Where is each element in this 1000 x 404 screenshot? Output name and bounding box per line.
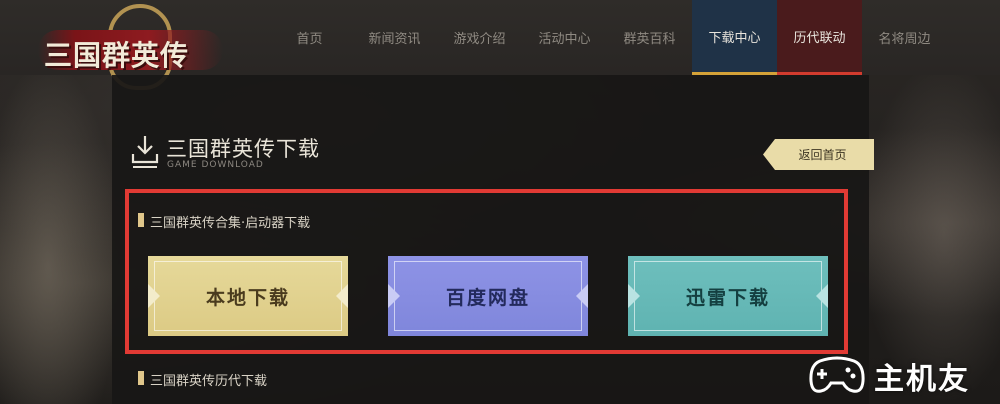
page-title: 三国群英传下载 — [166, 137, 320, 161]
section-marker — [138, 371, 144, 385]
nav-item-download-center[interactable]: 下载中心 — [692, 0, 777, 75]
nav-item-series-collab[interactable]: 历代联动 — [777, 0, 862, 75]
site-header: 三国群英传 首页 新闻资讯 游戏介绍 活动中心 群英百科 下载中心 历代联动 名… — [0, 0, 1000, 90]
watermark-text: 主机友 — [874, 362, 970, 397]
download-icon — [131, 136, 159, 168]
back-home-button[interactable]: 返回首页 — [763, 139, 874, 170]
highlight-annotation — [125, 189, 848, 354]
section-title-history: 三国群英传历代下载 — [150, 374, 268, 389]
baidu-pan-label: 百度网盘 — [445, 286, 530, 309]
page-subtitle: GAME DOWNLOAD — [167, 160, 264, 170]
logo-text: 三国群英传 — [44, 39, 190, 72]
main-nav: 首页 新闻资讯 游戏介绍 活动中心 群英百科 下载中心 历代联动 名将周边 — [267, 0, 947, 75]
nav-item-events[interactable]: 活动中心 — [522, 0, 607, 75]
local-download-label: 本地下载 — [205, 286, 290, 309]
nav-item-merch[interactable]: 名将周边 — [862, 0, 947, 75]
nav-item-wiki[interactable]: 群英百科 — [607, 0, 692, 75]
nav-item-news[interactable]: 新闻资讯 — [352, 0, 437, 75]
background-art-left — [0, 60, 120, 404]
nav-item-game-intro[interactable]: 游戏介绍 — [437, 0, 522, 75]
xunlei-download-label: 迅雷下载 — [685, 286, 770, 309]
gamepad-icon — [809, 356, 865, 393]
nav-item-home[interactable]: 首页 — [267, 0, 352, 75]
watermark: 主机友 — [808, 352, 998, 400]
